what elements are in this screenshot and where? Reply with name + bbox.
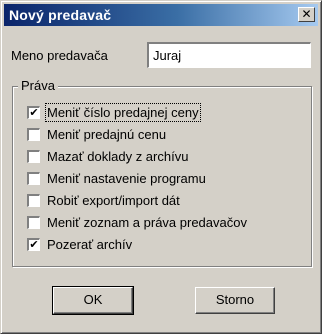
title-bar[interactable]: Nový predavač ✕ [4,4,318,26]
checkbox[interactable] [27,150,40,163]
name-label: Meno predavača [11,48,108,63]
checkbox-label: Meniť predajnú cenu [47,127,167,142]
checkmark-icon: ✔ [29,239,39,251]
close-icon: ✕ [301,7,312,21]
checkbox[interactable] [27,172,40,185]
checkbox-label: Meniť číslo predajnej ceny [45,103,201,122]
checkbox-label: Meniť nastavenie programu [47,171,206,186]
checkbox-label: Robiť export/import dát [47,193,180,208]
checkbox[interactable] [27,128,40,141]
close-button[interactable]: ✕ [298,7,315,22]
name-input[interactable]: Juraj [147,42,311,68]
window-title: Nový predavač [9,7,112,23]
checkbox-label: Pozerať archív [47,237,133,252]
checkbox[interactable]: ✔ [27,238,40,251]
checkbox[interactable]: ✔ [27,106,40,119]
dialog-window: Nový predavač ✕ Meno predavača Juraj Prá… [0,0,322,334]
ok-button[interactable]: OK [52,286,134,315]
checkmark-icon: ✔ [29,107,39,119]
cancel-button[interactable]: Storno [195,287,275,314]
checkbox[interactable] [27,216,40,229]
rights-legend: Práva [18,78,58,93]
checkbox-label: Mazať doklady z archívu [47,149,189,164]
checkbox-label: Meniť zoznam a práva predavačov [47,215,247,230]
checkbox[interactable] [27,194,40,207]
